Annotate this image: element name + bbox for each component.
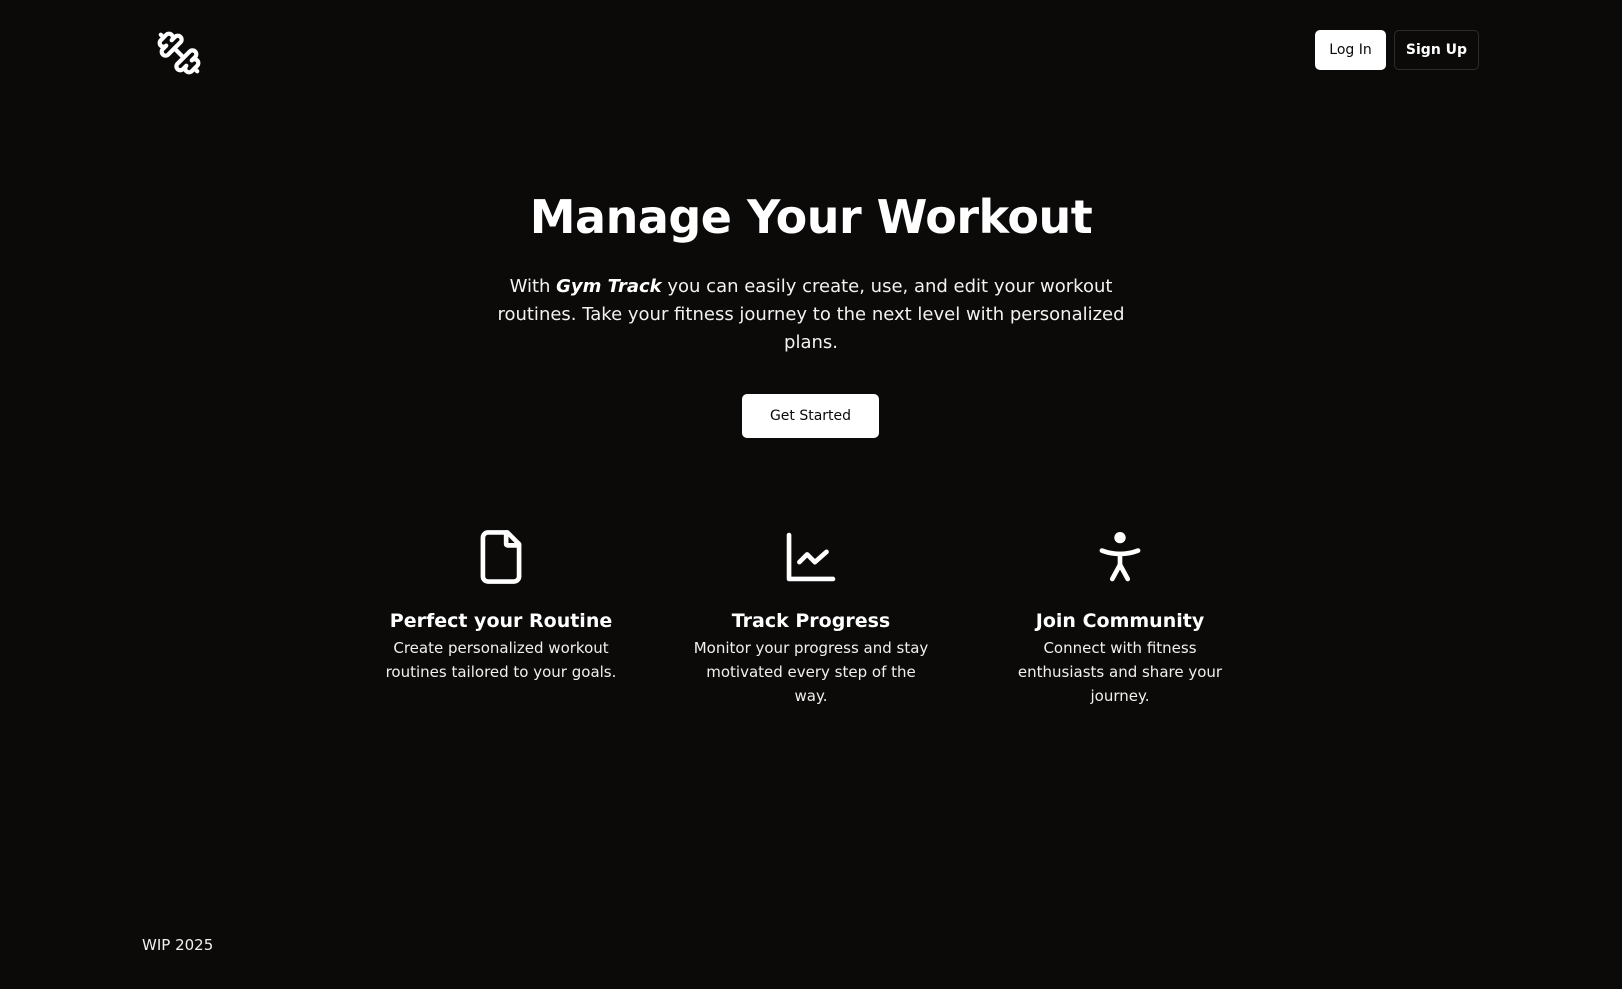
hero-subtitle: With Gym Track you can easily create, us… [471, 273, 1151, 357]
feature-description: Connect with fitness enthusiasts and sha… [1017, 639, 1223, 705]
feature-description: Monitor your progress and stay motivated… [693, 639, 929, 705]
brand-name: Gym Track [556, 276, 662, 297]
feature-title: Track Progress [731, 610, 891, 632]
auth-buttons: Log In Sign Up [1315, 30, 1479, 70]
get-started-button[interactable]: Get Started [742, 394, 879, 438]
feature-card-progress: Track Progress Monitor your progress and… [661, 526, 961, 708]
footer-text: WIP 2025 [142, 936, 214, 954]
signup-button[interactable]: Sign Up [1394, 30, 1479, 70]
dumbbell-icon[interactable] [156, 30, 202, 76]
feature-card-community: Join Community Connect with fitness enth… [970, 526, 1270, 708]
file-icon [480, 530, 522, 584]
line-chart-icon [786, 532, 836, 582]
hero-subtitle-prefix: With [509, 276, 557, 297]
feature-title: Join Community [1035, 610, 1205, 632]
hero-title: Manage Your Workout [529, 190, 1093, 244]
feature-title: Perfect your Routine [389, 610, 613, 632]
login-button[interactable]: Log In [1315, 30, 1386, 70]
feature-card-routine: Perfect your Routine Create personalized… [351, 526, 651, 684]
landing-page: Log In Sign Up Manage Your Workout With … [0, 0, 1622, 989]
feature-description: Create personalized workout routines tai… [385, 639, 617, 681]
accessibility-icon [1099, 531, 1141, 582]
